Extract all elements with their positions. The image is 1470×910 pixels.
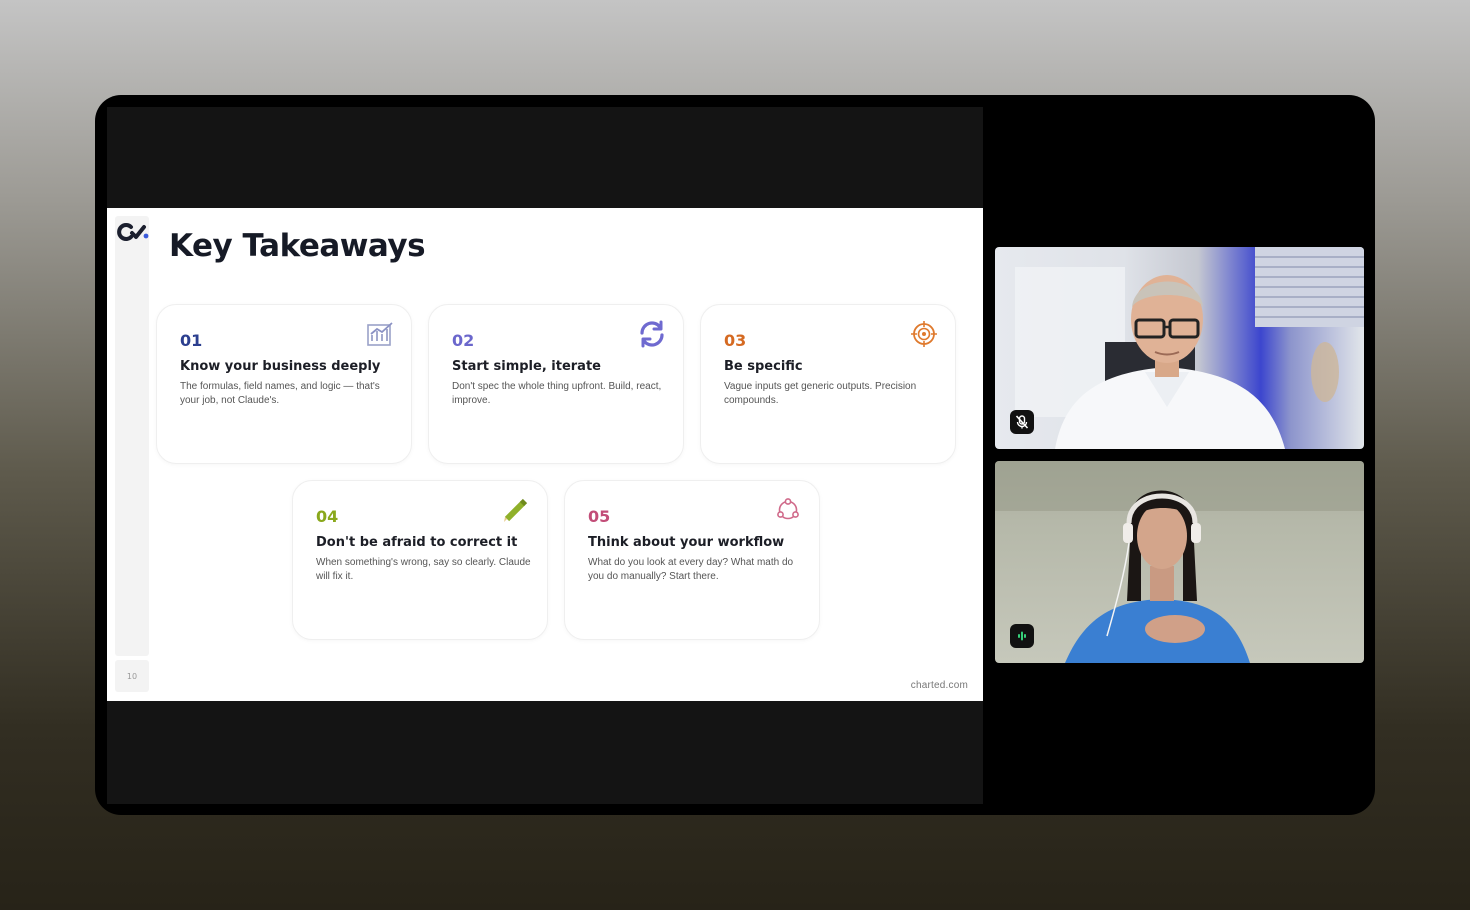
card-title: Don't be afraid to correct it (316, 535, 518, 550)
participant-2-video-frame (995, 461, 1364, 663)
card-number: 01 (180, 331, 203, 350)
card-number: 03 (724, 331, 747, 350)
card-number: 05 (588, 507, 611, 526)
slide-page-number: 10 (115, 660, 149, 692)
card-title: Be specific (724, 359, 803, 374)
card-description: When something's wrong, say so clearly. … (316, 557, 531, 582)
cycle-icon (777, 498, 799, 520)
mic-muted-button[interactable] (1010, 410, 1034, 434)
presentation-slide: 10 Key Takeaways 01 Know your business d… (107, 208, 983, 701)
screen-share: 10 Key Takeaways 01 Know your business d… (107, 107, 983, 804)
speaking-indicator-button[interactable] (1010, 624, 1034, 648)
card-number: 02 (452, 331, 475, 350)
participant-video-1[interactable] (995, 247, 1364, 449)
card-description: The formulas, field names, and logic — t… (180, 381, 380, 406)
target-icon (911, 321, 937, 347)
card-title: Think about your workflow (588, 535, 785, 550)
refresh-icon (640, 320, 664, 348)
card-title: Know your business deeply (180, 359, 381, 374)
takeaway-card-1: 01 Know your business deeply The formula… (156, 304, 412, 464)
participant-1-video-frame (1015, 247, 1364, 449)
card-title: Start simple, iterate (452, 359, 601, 374)
card-description: What do you look at every day? What math… (588, 557, 794, 582)
mic-muted-icon (1015, 415, 1029, 429)
participant-video-2[interactable] (995, 461, 1364, 663)
pencil-icon (504, 498, 528, 522)
charted-logo-icon (117, 223, 149, 241)
card-description: Don't spec the whole thing upfront. Buil… (452, 381, 662, 406)
speaking-indicator-icon (1018, 631, 1026, 641)
meeting-window: 10 Key Takeaways 01 Know your business d… (95, 95, 1375, 815)
takeaway-card-2: 02 Start simple, iterate Don't spec the … (428, 304, 684, 464)
takeaway-card-4: 04 Don't be afraid to correct it When so… (292, 480, 548, 640)
takeaway-card-3: 03 Be specific Vague inputs get generic … (700, 304, 956, 464)
slide-title: Key Takeaways (169, 228, 426, 264)
chart-icon (367, 322, 393, 346)
footer-url: charted.com (910, 680, 968, 691)
takeaway-card-5: 05 Think about your workflow What do you… (564, 480, 820, 640)
slide-sidebar (115, 216, 149, 656)
card-number: 04 (316, 507, 339, 526)
card-description: Vague inputs get generic outputs. Precis… (724, 381, 917, 406)
